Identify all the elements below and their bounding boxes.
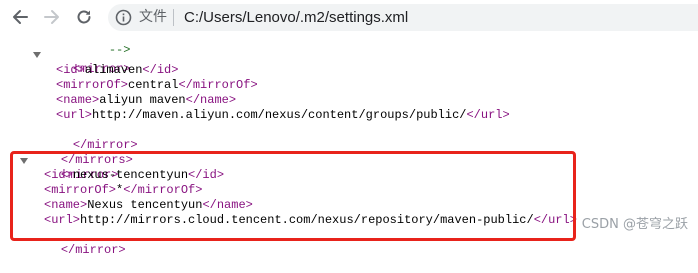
url-value: http://mirrors.cloud.tencent.com/nexus/r… <box>80 213 534 227</box>
scheme-label: 文件 <box>139 9 167 25</box>
watermark: CSDN @苍穹之跃 <box>581 217 688 232</box>
mirrorof-open-tag: <mirrorOf> <box>56 78 129 92</box>
arrow-left-icon <box>13 10 28 24</box>
name-value: aliyun maven <box>99 93 186 107</box>
reload-button[interactable] <box>73 6 95 28</box>
collapse-mirror-1-triangle-icon[interactable] <box>33 52 41 58</box>
url-text[interactable]: C:/Users/Lenovo/.m2/settings.xml <box>184 8 408 27</box>
xml-line-mirror-2-name: <name>Nexus tencentyun</name> <box>44 198 253 213</box>
xml-line-mirror-2-close: </mirror> <box>32 228 126 257</box>
url-value: http://maven.aliyun.com/nexus/content/gr… <box>92 108 467 122</box>
xml-line-mirror-1-url: <url>http://maven.aliyun.com/nexus/conte… <box>56 108 510 123</box>
xml-line-mirror-1-id: <id>alimaven</id> <box>56 63 178 78</box>
mirrorof-value: central <box>128 78 179 92</box>
mirrorof-open-tag: <mirrorOf> <box>44 183 117 197</box>
omnibox-separator <box>173 9 174 26</box>
id-value: nexus-tencentyun <box>72 168 189 182</box>
name-close-tag: </name> <box>185 93 237 107</box>
mirrorof-close-tag: </mirrorOf> <box>178 78 258 92</box>
name-close-tag: </name> <box>202 198 253 212</box>
xml-line-mirror-2-mirrorof: <mirrorOf>*</mirrorOf> <box>44 183 202 198</box>
mirror-close-tag: </mirror> <box>60 243 126 257</box>
reload-icon <box>77 10 91 24</box>
name-open-tag: <name> <box>56 93 100 107</box>
xml-viewer: --> <mirror> <id>alimaven</id> <mirrorOf… <box>0 35 698 257</box>
back-button[interactable] <box>9 6 31 28</box>
mirrorof-close-tag: </mirrorOf> <box>123 183 203 197</box>
url-close-tag: </url> <box>533 213 577 227</box>
url-close-tag: </url> <box>466 108 510 122</box>
xml-line-comment-end: --> <box>80 28 131 57</box>
xml-line-mirror-2-id: <id>nexus-tencentyun</id> <box>44 168 224 183</box>
xml-line-mirror-1-mirrorof: <mirrorOf>central</mirrorOf> <box>56 78 258 93</box>
arrow-right-icon <box>44 10 59 24</box>
xml-line-mirror-2-open: <mirror> <box>32 153 119 182</box>
xml-line-mirror-2-url: <url>http://mirrors.cloud.tencent.com/ne… <box>44 213 577 228</box>
info-circle-icon[interactable] <box>115 9 132 26</box>
name-value: Nexus tencentyun <box>87 198 203 212</box>
id-open-tag: <id> <box>56 63 85 77</box>
forward-button[interactable] <box>41 6 63 28</box>
id-close-tag: </id> <box>188 168 225 182</box>
url-open-tag: <url> <box>44 213 81 227</box>
url-open-tag: <url> <box>56 108 93 122</box>
address-bar[interactable]: 文件 C:/Users/Lenovo/.m2/settings.xml <box>108 4 698 31</box>
xml-line-mirror-1-close: </mirror> <box>44 123 138 152</box>
id-open-tag: <id> <box>44 168 73 182</box>
id-value: alimaven <box>84 63 143 77</box>
xml-line-mirrors-close: </mirrors> <box>32 138 133 167</box>
xml-line-mirror-1-open: <mirror> <box>44 47 131 76</box>
xml-line-mirror-1-name: <name>aliyun maven</name> <box>56 93 236 108</box>
name-open-tag: <name> <box>44 198 88 212</box>
id-close-tag: </id> <box>142 63 179 77</box>
collapse-mirror-2-triangle-icon[interactable] <box>20 158 28 164</box>
